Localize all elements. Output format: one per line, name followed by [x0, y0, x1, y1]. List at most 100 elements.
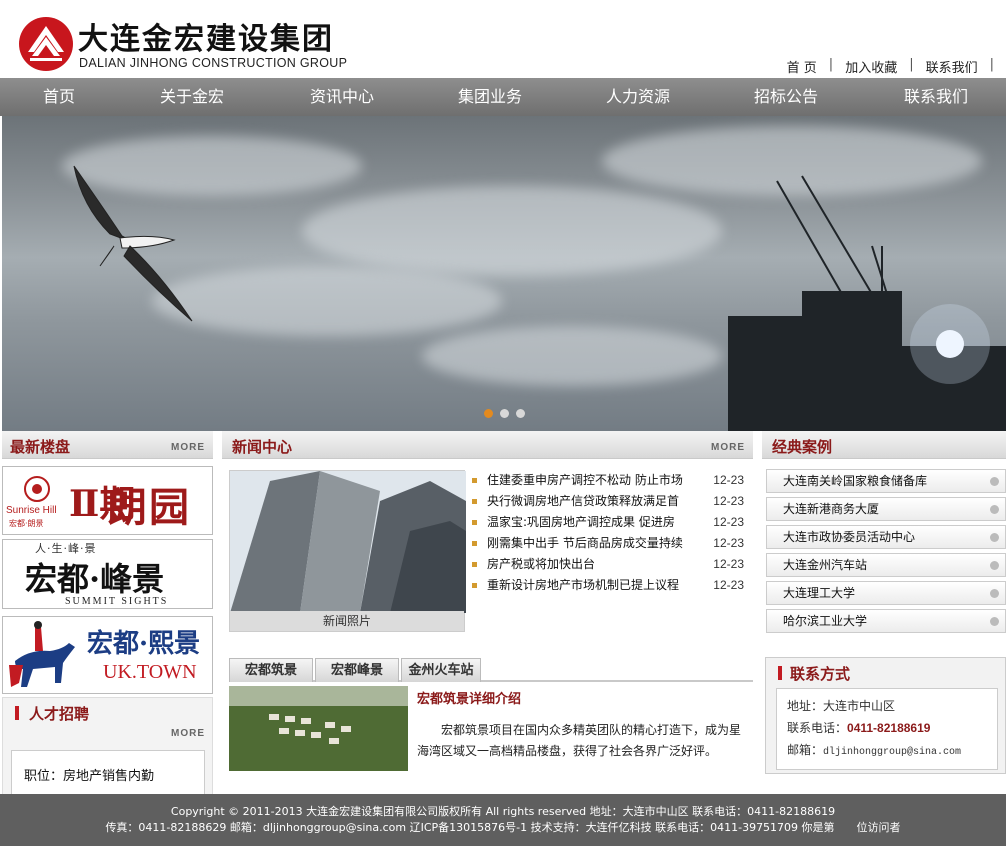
case-item[interactable]: 大连理工大学: [766, 581, 1006, 605]
bullet-icon: [472, 499, 477, 504]
news-photo[interactable]: 新闻照片: [229, 470, 466, 632]
case-label: 大连新港商务大厦: [783, 502, 880, 516]
jobs-panel: 人才招聘 MORE 职位：房地产销售内勤: [2, 697, 213, 797]
title-marker-icon: [778, 666, 782, 680]
skyscraper-image: [230, 471, 466, 613]
case-item[interactable]: 哈尔滨工业大学: [766, 609, 1006, 633]
news-title[interactable]: 温家宝:巩固房地产调控成果 促进房: [487, 512, 675, 533]
promo-langyuan[interactable]: Sunrise Hill 宏都·朗景 Ⅱ期 朗园: [2, 466, 213, 535]
tab-fengjing[interactable]: 宏都峰景: [315, 658, 399, 682]
hero-banner[interactable]: [2, 116, 1006, 431]
list-item[interactable]: 重新设计房地产市场机制已提上议程 12-23: [472, 575, 752, 596]
list-item[interactable]: 房产税或将加快出台 12-23: [472, 554, 752, 575]
case-label: 大连金州汽车站: [783, 558, 868, 572]
case-item[interactable]: 大连金州汽车站: [766, 553, 1006, 577]
logo-title: 大连金宏建设集团: [78, 22, 334, 57]
contact-mail-row: 邮箱：dljinhonggroup@sina.com: [787, 739, 987, 764]
news-title[interactable]: 重新设计房地产市场机制已提上议程: [487, 575, 679, 596]
jobs-title: 人才招聘: [29, 705, 90, 723]
banner-dot[interactable]: [484, 409, 493, 418]
section-title: 经典案例: [772, 438, 833, 456]
title-marker-icon: [15, 706, 19, 720]
promo-fengjing[interactable]: 人·生·峰·景 宏都·峰景 SUMMIT SIGHTS: [2, 539, 213, 609]
latest-projects-header: 最新楼盘 MORE: [2, 431, 213, 459]
crane-icon: [776, 175, 888, 295]
add-favorite-link[interactable]: 加入收藏: [845, 57, 897, 76]
promo-en: UK.TOWN: [103, 661, 197, 683]
bullet-icon: [472, 583, 477, 588]
tab-jinzhou-station[interactable]: 金州火车站: [401, 658, 481, 682]
news-date: 12-23: [713, 473, 744, 487]
contact-details: 地址：大连市中山区 联系电话：0411-82188619 邮箱：dljinhon…: [776, 688, 998, 770]
tab-zhujing[interactable]: 宏都筑景: [229, 658, 313, 682]
news-date: 12-23: [713, 494, 744, 508]
divider: |: [828, 57, 834, 72]
news-title[interactable]: 央行微调房地产信贷政策释放满足首: [487, 491, 679, 512]
footer: Copyright © 2011-2013 大连金宏建设集团有限公司版权所有 A…: [0, 794, 1006, 846]
divider: |: [989, 57, 994, 72]
mail-label: 邮箱：: [787, 743, 824, 757]
more-link[interactable]: MORE: [711, 442, 745, 453]
promo-en: SUMMIT SIGHTS: [65, 596, 169, 607]
job-item[interactable]: 职位：房地产销售内勤: [24, 765, 154, 784]
logo-icon[interactable]: [18, 16, 74, 72]
news-date: 12-23: [713, 557, 744, 571]
case-item[interactable]: 大连南关岭国家粮食储备库: [766, 469, 1006, 493]
news-date: 12-23: [713, 515, 744, 529]
arrow-icon: [990, 561, 999, 570]
contact-address: 地址：大连市中山区: [787, 699, 896, 713]
more-link[interactable]: MORE: [171, 442, 205, 453]
logo-subtitle: DALIAN JINHONG CONSTRUCTION GROUP: [79, 56, 348, 70]
tab-content-title[interactable]: 宏都筑景详细介绍: [417, 688, 521, 707]
header: 大连金宏建设集团 DALIAN JINHONG CONSTRUCTION GRO…: [0, 0, 1006, 78]
news-title[interactable]: 刚需集中出手 节后商品房成交量持续: [487, 533, 683, 554]
nav-item-business[interactable]: 集团业务: [448, 78, 532, 116]
contact-phone-row: 联系电话：0411-82188619: [787, 717, 987, 739]
nav-item-contact[interactable]: 联系我们: [894, 78, 978, 116]
phone-value[interactable]: 0411-82188619: [847, 721, 930, 735]
home-link[interactable]: 首 页: [787, 57, 817, 76]
nav-item-news[interactable]: 资讯中心: [300, 78, 384, 116]
news-date: 12-23: [713, 578, 744, 592]
nav-item-tender[interactable]: 招标公告: [744, 78, 828, 116]
jobs-more-link[interactable]: MORE: [171, 728, 205, 739]
case-label: 哈尔滨工业大学: [783, 614, 868, 628]
nav-item-home[interactable]: 首页: [18, 78, 100, 116]
arrow-icon: [990, 477, 999, 486]
project-photo[interactable]: [229, 686, 408, 771]
promo-name: 宏都·熙景: [87, 629, 201, 659]
contact-title: 联系方式: [790, 665, 851, 683]
cases-header: 经典案例: [762, 431, 1006, 459]
arrow-icon: [990, 617, 999, 626]
case-item[interactable]: 大连新港商务大厦: [766, 497, 1006, 521]
news-header: 新闻中心 MORE: [222, 431, 753, 459]
section-title: 新闻中心: [232, 438, 293, 456]
list-item[interactable]: 住建委重申房产调控不松动 防止市场 12-23: [472, 470, 752, 491]
nav-item-hr[interactable]: 人力资源: [596, 78, 680, 116]
case-label: 大连理工大学: [783, 586, 856, 600]
news-title[interactable]: 住建委重申房产调控不松动 防止市场: [487, 470, 683, 491]
news-date: 12-23: [713, 536, 744, 550]
nav-item-about[interactable]: 关于金宏: [150, 78, 234, 116]
banner-pager: [484, 409, 525, 418]
list-item[interactable]: 温家宝:巩固房地产调控成果 促进房 12-23: [472, 512, 752, 533]
case-item[interactable]: 大连市政协委员活动中心: [766, 525, 1006, 549]
list-item[interactable]: 刚需集中出手 节后商品房成交量持续 12-23: [472, 533, 752, 554]
banner-dot[interactable]: [516, 409, 525, 418]
case-label: 大连市政协委员活动中心: [783, 530, 916, 544]
section-title: 最新楼盘: [10, 438, 71, 456]
promo-en: Sunrise Hill: [6, 505, 57, 516]
contact-us-link[interactable]: 联系我们: [926, 57, 978, 76]
job-box: 职位：房地产销售内勤: [11, 750, 205, 796]
bird-icon: [73, 165, 193, 322]
mail-value[interactable]: dljinhonggroup@sina.com: [823, 747, 961, 758]
banner-dot[interactable]: [500, 409, 509, 418]
photo-caption: 新闻照片: [230, 611, 464, 631]
promo-name: 宏都·峰景: [25, 560, 165, 598]
arrow-icon: [990, 533, 999, 542]
news-title[interactable]: 房产税或将加快出台: [487, 554, 595, 575]
aerial-view-image: [229, 686, 408, 771]
project-tabs: 宏都筑景 宏都峰景 金州火车站: [229, 658, 753, 682]
list-item[interactable]: 央行微调房地产信贷政策释放满足首 12-23: [472, 491, 752, 512]
promo-xijing[interactable]: 宏都·熙景 UK.TOWN: [2, 616, 213, 694]
